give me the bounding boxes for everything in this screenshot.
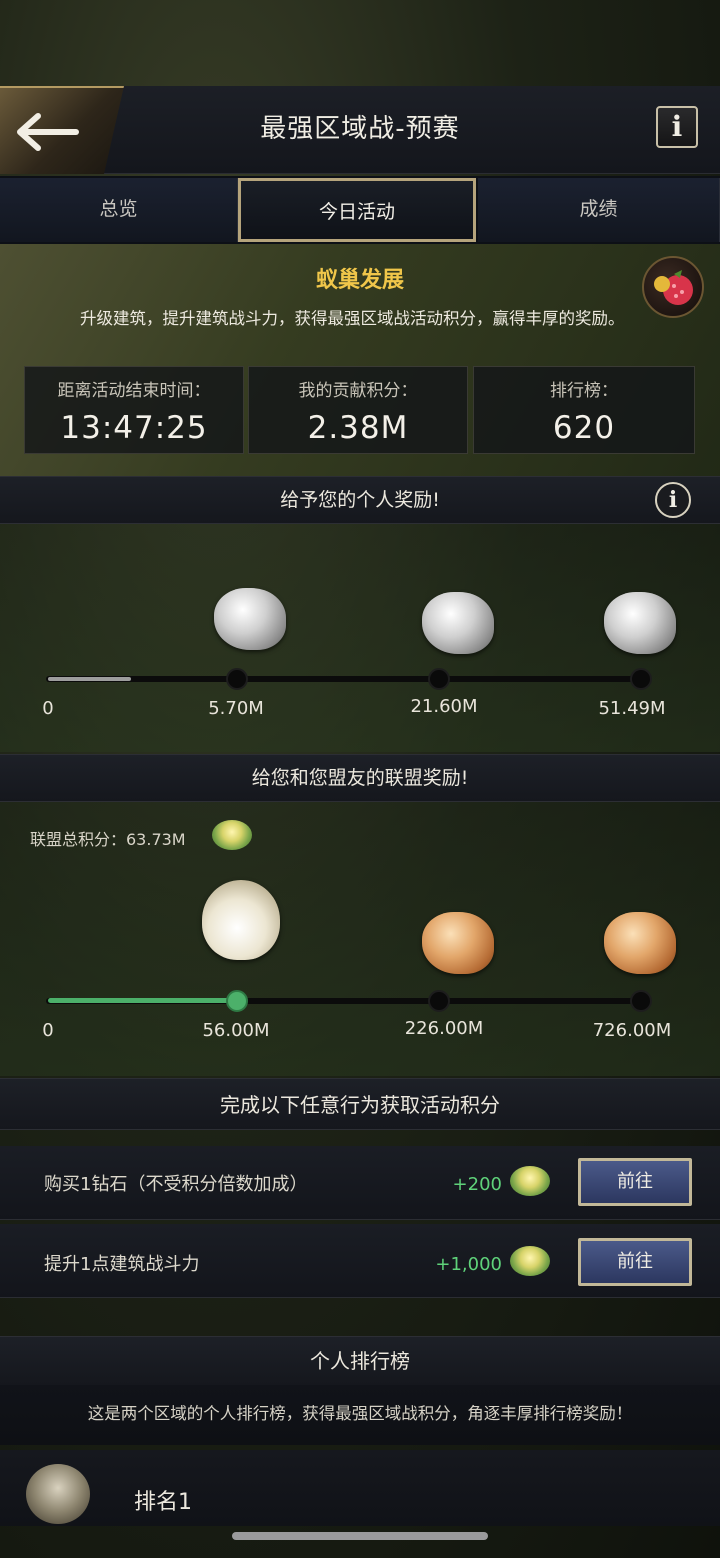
personal-milestone-label: 21.60M	[410, 696, 478, 717]
personal-progress-track	[46, 676, 642, 682]
alliance-progress-fill	[48, 998, 243, 1003]
flower-points-icon	[510, 1166, 550, 1196]
stat-time-value: 13:47:25	[60, 410, 208, 446]
back-button[interactable]	[0, 86, 124, 174]
info-button[interactable]: i	[656, 106, 698, 148]
event-title: 蚁巢发展	[315, 268, 404, 293]
tasks-header: 完成以下任意行为获取活动积分	[0, 1078, 720, 1130]
personal-milestone-label: 5.70M	[208, 698, 264, 719]
go-button[interactable]: 前往	[578, 1238, 692, 1286]
grey-shell-reward-icon[interactable]	[214, 588, 286, 650]
ranking-description: 这是两个区域的个人排行榜，获得最强区域战积分，角逐丰厚排行榜奖励！	[0, 1385, 720, 1445]
personal-milestone-node	[428, 668, 450, 690]
stat-time-label: 距离活动结束时间：	[57, 381, 211, 401]
tab-today-activity[interactable]: 今日活动	[238, 178, 476, 242]
task-label: 提升1点建筑战斗力	[44, 1254, 200, 1275]
alliance-rewards-header: 给您和您盟友的联盟奖励!	[0, 754, 720, 802]
ranking-header: 个人排行榜	[0, 1336, 720, 1386]
alliance-milestone-node	[428, 990, 450, 1012]
alliance-milestone-label: 226.00M	[404, 1018, 484, 1039]
personal-rewards-info-button[interactable]: i	[655, 482, 691, 518]
white-shell-reward-icon[interactable]	[202, 880, 280, 960]
alliance-total-points: 联盟总积分：63.73M	[30, 830, 186, 849]
event-fruit-icon	[642, 256, 704, 318]
personal-milestone-label: 0	[42, 698, 54, 719]
task-points: +1,000	[435, 1254, 502, 1275]
alliance-milestone-label: 56.00M	[202, 1020, 270, 1041]
flower-points-icon	[510, 1246, 550, 1276]
personal-milestone-node	[226, 668, 248, 690]
personal-rewards-header: 给予您的个人奖励!	[0, 476, 720, 524]
stat-points-value: 2.38M	[307, 410, 409, 446]
alliance-milestone-label: 726.00M	[592, 1020, 672, 1041]
stat-points-label: 我的贡献积分：	[298, 381, 418, 401]
flower-points-icon	[212, 820, 252, 850]
personal-milestone-label: 51.49M	[598, 698, 666, 719]
task-points: +200	[452, 1174, 502, 1195]
stat-rank-label: 排行榜：	[550, 381, 618, 401]
rank-avatar	[26, 1464, 90, 1524]
arrow-left-icon	[17, 113, 79, 151]
alliance-milestone-label: 0	[42, 1020, 54, 1041]
go-button[interactable]: 前往	[578, 1158, 692, 1206]
alliance-milestone-node	[630, 990, 652, 1012]
event-description: 升级建筑，提升建筑战斗力，获得最强区域战活动积分，赢得丰厚的奖励。	[80, 309, 625, 328]
ranking-row[interactable]	[0, 1450, 720, 1526]
personal-milestone-node	[630, 668, 652, 690]
grey-shell-reward-icon[interactable]	[422, 592, 494, 654]
tab-results[interactable]: 成绩	[478, 178, 720, 242]
gold-shell-reward-icon[interactable]	[422, 912, 494, 974]
personal-progress-fill	[48, 677, 131, 681]
home-indicator[interactable]	[232, 1532, 488, 1540]
task-label: 购买1钻石（不受积分倍数加成）	[44, 1174, 308, 1195]
rank-label: 排名1	[134, 1490, 192, 1515]
grey-shell-reward-icon[interactable]	[604, 592, 676, 654]
stat-rank-value: 620	[552, 410, 616, 446]
alliance-milestone-node	[226, 990, 248, 1012]
gold-shell-reward-icon[interactable]	[604, 912, 676, 974]
page-title: 最强区域战-预赛	[260, 114, 460, 144]
tab-overview[interactable]: 总览	[0, 178, 238, 242]
